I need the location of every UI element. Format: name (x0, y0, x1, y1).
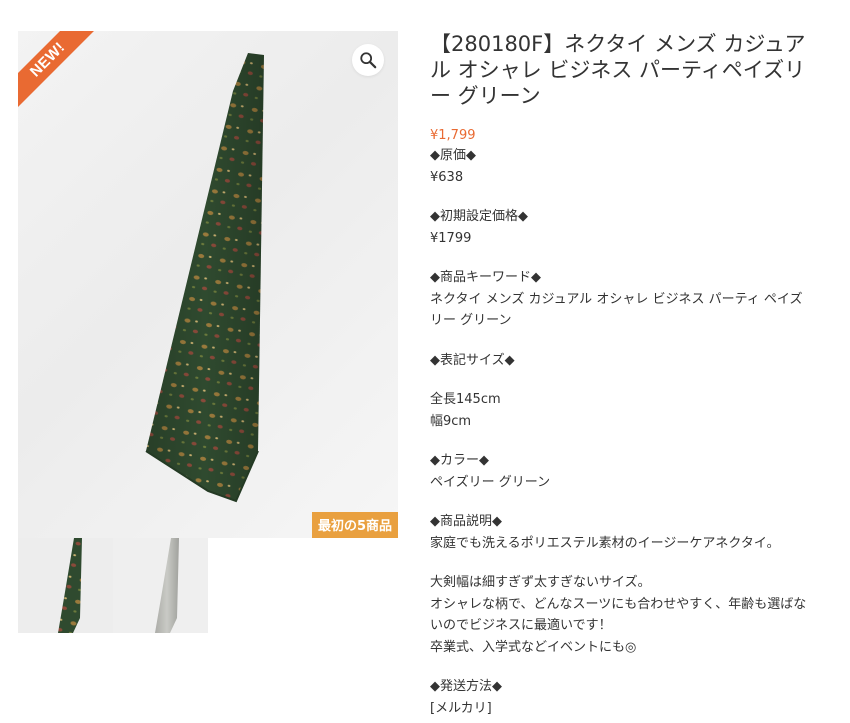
description-line: ◆初期設定価格◆ (430, 209, 528, 224)
description-line: ◆商品説明◆ (430, 514, 502, 529)
green-tie-thumbnail-image (58, 538, 82, 633)
description-line: ◆商品キーワード◆ (430, 270, 541, 285)
product-gallery: NEW! 最初の5商品 (18, 31, 398, 633)
description-line: ¥1799 (430, 230, 472, 246)
green-tie-thumbnail[interactable] (18, 538, 113, 633)
description-line: オシャレな柄で、どんなスーツにも合わせやすく、年齢も選ばないのでビジネスに最適い… (430, 596, 807, 634)
description-line: 卒業式、入学式などイベントにも◎ (430, 639, 637, 655)
main-product-image[interactable]: NEW! 最初の5商品 (18, 31, 398, 538)
thumbnail-strip (18, 538, 398, 633)
promo-badge: 最初の5商品 (311, 512, 398, 538)
description-line: ◆カラー◆ (430, 453, 489, 468)
description-line: ◆表記サイズ◆ (430, 352, 515, 368)
description-line: ◆原価◆ (430, 148, 476, 163)
description-line: ペイズリー グリーン (430, 474, 551, 490)
product-summary: 【280180F】ネクタイ メンズ カジュアル オシャレ ビジネス パーティペイ… (430, 31, 810, 719)
gray-tie-thumbnail-image (155, 538, 179, 633)
zoom-button[interactable] (352, 44, 384, 76)
description-line: [メルカリ] (430, 700, 492, 716)
description-line: 幅9cm (430, 413, 472, 429)
new-label: NEW! (18, 31, 99, 111)
description-line: 大剣幅は細すぎず太すぎないサイズ。 (430, 575, 651, 590)
description-line: ¥638 (430, 169, 464, 185)
magnifier-icon (360, 52, 377, 69)
description-line: 家庭でも洗えるポリエステル素材のイージーケアネクタイ。 (430, 535, 780, 551)
product-description: ◆原価◆ ¥638 ◆初期設定価格◆ ¥1799 ◆商品キーワード◆ ネクタイ メンズ カ… (430, 145, 810, 719)
description-line: 全長145cm (430, 392, 501, 407)
new-ribbon: NEW! (18, 31, 108, 121)
description-line: ◆発送方法◆ (430, 679, 502, 694)
description-line: ネクタイ メンズ カジュアル オシャレ ビジネス パーティ ペイズリー グリーン (430, 291, 803, 329)
product-price: ¥1,799 (430, 128, 476, 143)
product-title: 【280180F】ネクタイ メンズ カジュアル オシャレ ビジネス パーティペイ… (430, 32, 806, 108)
gray-tie-thumbnail[interactable] (113, 538, 208, 633)
